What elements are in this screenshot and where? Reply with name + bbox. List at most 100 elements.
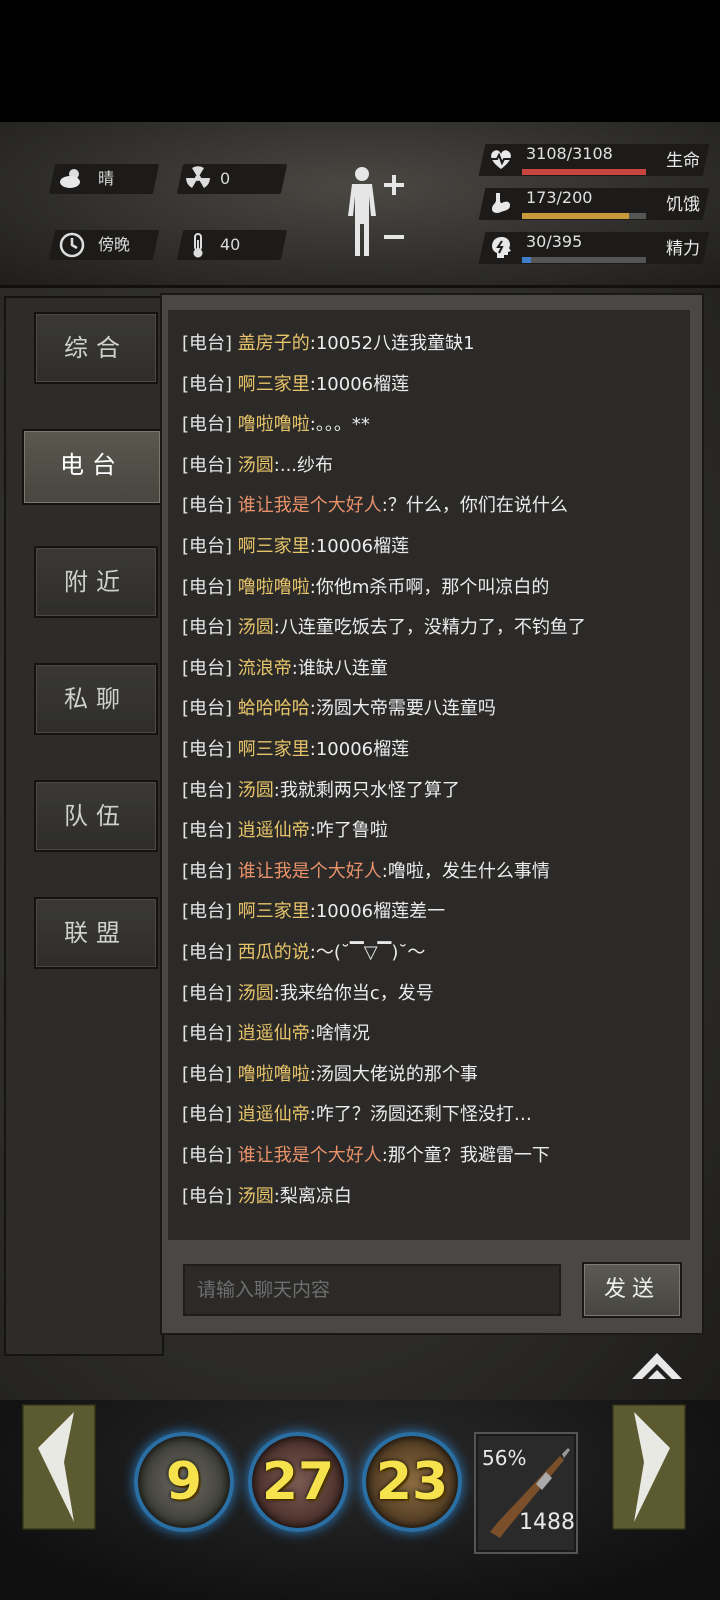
send-button[interactable]: 发送	[582, 1262, 682, 1318]
prev-page-button[interactable]	[20, 1402, 98, 1532]
message-sender[interactable]: 噜啦噜啦	[238, 577, 310, 598]
message-text: :～(˘▔▽▔)˘～	[309, 942, 426, 963]
message-text: :咋了？汤圆还剩下怪没打…	[309, 1104, 532, 1125]
message-sender[interactable]: 蛤哈哈哈	[238, 698, 310, 719]
health-value: 3108/3108	[526, 144, 613, 163]
message-text: :噜啦，发生什么事情	[381, 861, 550, 882]
chat-message: [电台] 啊三家里:10006榴莲	[182, 730, 409, 770]
chat-message: [电台] 噜啦噜啦:。。。**	[182, 405, 370, 445]
message-sender[interactable]: 逍遥仙帝	[238, 1023, 310, 1044]
message-channel: [电台]	[182, 861, 238, 882]
health-bar-fill	[522, 169, 646, 175]
message-text: :咋了鲁啦	[309, 820, 388, 841]
message-sender[interactable]: 逍遥仙帝	[238, 1104, 310, 1125]
message-channel: [电台]	[182, 698, 238, 719]
message-text: :？什么，你们在说什么	[381, 495, 568, 516]
message-channel: [电台]	[182, 495, 238, 516]
next-page-button[interactable]	[610, 1402, 688, 1532]
message-sender[interactable]: 盖房子的	[238, 333, 310, 354]
skill-count: 23	[375, 1452, 449, 1512]
collapse-chat-button[interactable]	[628, 1345, 686, 1385]
message-text: :梨离凉白	[273, 1186, 352, 1207]
message-sender[interactable]: 西瓜的说	[238, 942, 310, 963]
tab-alliance[interactable]: 联盟	[34, 897, 158, 969]
skill-slot-eagle[interactable]: 9	[134, 1432, 234, 1532]
message-sender[interactable]: 噜啦噜啦	[238, 414, 310, 435]
arrow-right-icon	[610, 1402, 688, 1532]
thermometer-icon	[184, 231, 212, 259]
chat-message: [电台] 汤圆:梨离凉白	[182, 1177, 352, 1217]
tab-private[interactable]: 私聊	[34, 663, 158, 735]
message-sender[interactable]: 谁让我是个大好人	[238, 1145, 382, 1166]
message-channel: [电台]	[182, 820, 238, 841]
weapon-durability: 56%	[482, 1446, 527, 1470]
message-sender[interactable]: 谁让我是个大好人	[238, 495, 382, 516]
message-sender[interactable]: 汤圆	[238, 983, 274, 1004]
message-sender[interactable]: 啊三家里	[238, 739, 310, 760]
message-sender[interactable]: 流浪帝	[238, 658, 292, 679]
hunger-stat: 173/200 饥饿	[478, 184, 712, 224]
message-text: :10006榴莲	[309, 536, 410, 557]
message-sender[interactable]: 逍遥仙帝	[238, 820, 310, 841]
energy-bar	[522, 257, 646, 263]
message-channel: [电台]	[182, 455, 238, 476]
energy-stat: 30/395 精力	[478, 228, 712, 268]
chat-message-list[interactable]: [电台] 盖房子的:10052八连我童缺1 [电台] 啊三家里:10006榴莲 [电…	[168, 310, 690, 1240]
tab-radio[interactable]: 电台	[22, 429, 162, 505]
chat-message: [电台] 盖房子的:10052八连我童缺1	[182, 324, 475, 364]
chat-message: [电台] 啊三家里:10006榴莲	[182, 527, 409, 567]
health-label: 生命	[666, 151, 700, 171]
message-text: :八连童吃饭去了，没精力了，不钓鱼了	[273, 617, 586, 638]
clock-icon	[58, 231, 86, 259]
message-sender[interactable]: 汤圆	[238, 617, 274, 638]
message-channel: [电台]	[182, 1064, 238, 1085]
message-channel: [电台]	[182, 942, 238, 963]
message-text: :10006榴莲差一	[309, 901, 446, 922]
message-sender[interactable]: 谁让我是个大好人	[238, 861, 382, 882]
message-text: :我就剩两只水怪了算了	[273, 780, 460, 801]
message-sender[interactable]: 噜啦噜啦	[238, 1064, 310, 1085]
message-sender[interactable]: 啊三家里	[238, 536, 310, 557]
chat-message: [电台] 汤圆:我就剩两只水怪了算了	[182, 771, 460, 811]
message-text: :10006榴莲	[309, 374, 410, 395]
chat-message: [电台] 啊三家里:10006榴莲	[182, 365, 409, 405]
skill-slot-crosshair[interactable]: 27	[248, 1432, 348, 1532]
message-text: :10006榴莲	[309, 739, 410, 760]
hunger-bar-fill	[522, 213, 629, 219]
chat-message: [电台] 噜啦噜啦:汤圆大佬说的那个事	[182, 1055, 478, 1095]
chat-input[interactable]: 请输入聊天内容	[183, 1264, 561, 1316]
message-channel: [电台]	[182, 1104, 238, 1125]
message-text: :我来给你当c，发号	[273, 983, 434, 1004]
message-channel: [电台]	[182, 901, 238, 922]
tab-nearby[interactable]: 附近	[34, 546, 158, 618]
tab-general[interactable]: 综合	[34, 312, 158, 384]
arrow-left-icon	[20, 1402, 98, 1532]
chat-message: [电台] 汤圆:...纱布	[182, 446, 333, 486]
message-sender[interactable]: 啊三家里	[238, 901, 310, 922]
health-stat: 3108/3108 生命	[478, 140, 712, 180]
message-sender[interactable]: 汤圆	[238, 1186, 274, 1207]
chat-message: [电台] 汤圆:我来给你当c，发号	[182, 974, 434, 1014]
radiation-icon	[184, 164, 212, 192]
energy-label: 精力	[666, 239, 700, 259]
message-sender[interactable]: 汤圆	[238, 780, 274, 801]
message-text: :你他m杀币啊，那个叫凉白的	[309, 577, 550, 598]
message-channel: [电台]	[182, 414, 238, 435]
message-sender[interactable]: 啊三家里	[238, 374, 310, 395]
message-channel: [电台]	[182, 658, 238, 679]
chat-message: [电台] 西瓜的说:～(˘▔▽▔)˘～	[182, 933, 425, 973]
message-text: :谁缺八连童	[291, 658, 388, 679]
time-label: 傍晚	[98, 235, 131, 254]
message-text: :那个童？我避雷一下	[381, 1145, 550, 1166]
chat-message: [电台] 谁让我是个大好人:？什么，你们在说什么	[182, 486, 568, 526]
energy-bar-fill	[522, 257, 531, 263]
chat-message: [电台] 噜啦噜啦:你他m杀币啊，那个叫凉白的	[182, 568, 549, 608]
body-figure-icon	[348, 167, 404, 256]
character-body-button[interactable]	[340, 162, 430, 262]
chat-message: [电台] 谁让我是个大好人:那个童？我避雷一下	[182, 1136, 550, 1176]
message-sender[interactable]: 汤圆	[238, 455, 274, 476]
tab-team[interactable]: 队伍	[34, 780, 158, 852]
radiation-value: 0	[220, 169, 231, 188]
skill-slot-fish[interactable]: 23	[362, 1432, 462, 1532]
hunger-label: 饥饿	[666, 195, 700, 215]
